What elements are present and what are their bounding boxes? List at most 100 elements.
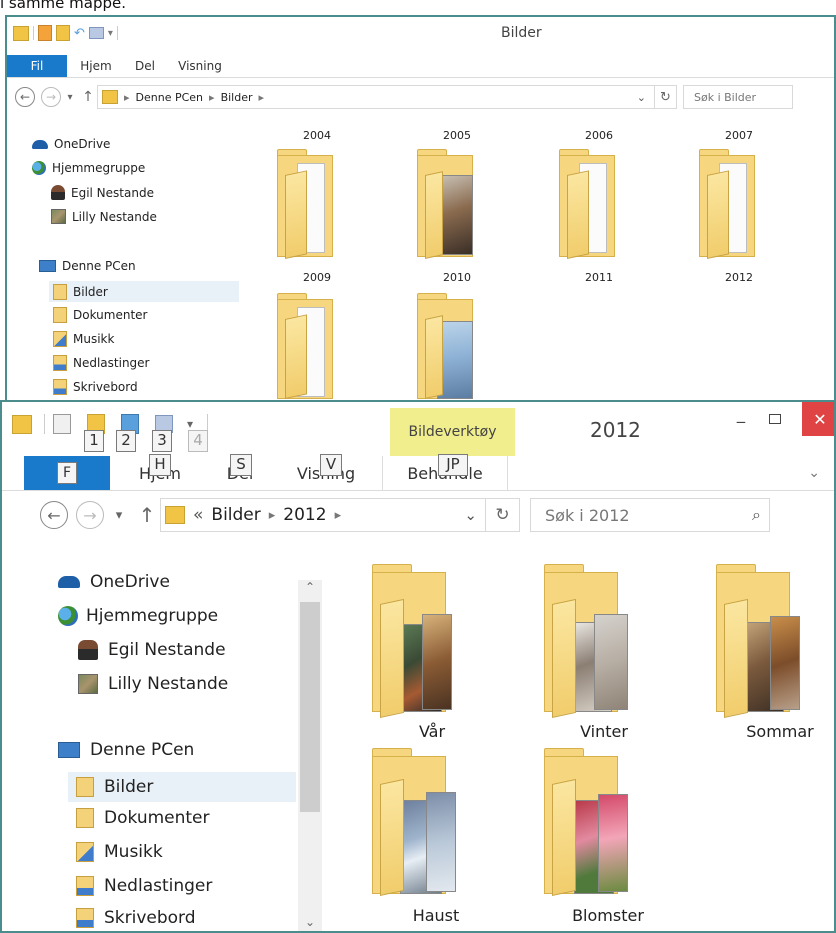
folder-label[interactable]: 2007 bbox=[699, 129, 779, 142]
nav-item-bilder[interactable]: Bilder bbox=[68, 772, 296, 802]
keytip-jp: JP bbox=[438, 454, 468, 476]
folder-label[interactable]: 2005 bbox=[417, 129, 497, 142]
nav-item-bilder[interactable]: Bilder bbox=[49, 281, 239, 302]
folder-view: Vår Vinter Sommar Haust Blomster bbox=[324, 552, 834, 931]
nav-item-lilly[interactable]: Lilly Nestande bbox=[51, 209, 157, 224]
breadcrumb-separator: ▸ bbox=[268, 507, 276, 523]
new-folder-icon[interactable] bbox=[56, 25, 70, 41]
nav-item-denne-pcen[interactable]: Denne PCen bbox=[58, 740, 194, 760]
back-icon[interactable]: ← bbox=[40, 501, 68, 529]
scroll-up-icon[interactable]: ⌃ bbox=[298, 580, 322, 600]
tab-file[interactable]: F bbox=[24, 456, 110, 490]
nav-item-hjemmegruppe[interactable]: Hjemmegruppe bbox=[32, 161, 145, 175]
folder-label-blomster[interactable]: Blomster bbox=[568, 906, 648, 925]
nav-item-skrivebord[interactable]: Skrivebord bbox=[53, 379, 138, 395]
scroll-thumb[interactable] bbox=[300, 602, 320, 812]
nav-item-nedlastinger[interactable]: Nedlastinger bbox=[76, 876, 212, 896]
folder-var[interactable] bbox=[370, 564, 480, 718]
nav-item-denne-pcen[interactable]: Denne PCen bbox=[39, 259, 136, 273]
search-input[interactable]: Søk i 2012 ⌕ bbox=[530, 498, 770, 532]
folder-label-sommar[interactable]: Sommar bbox=[740, 722, 820, 741]
nav-item-skrivebord[interactable]: Skrivebord bbox=[76, 908, 196, 928]
folder-icon bbox=[165, 506, 185, 524]
nav-item-musikk[interactable]: Musikk bbox=[76, 842, 163, 862]
address-box[interactable]: ▸ Denne PCen ▸ Bilder ▸ ⌄ bbox=[97, 85, 655, 109]
folder-label-2012[interactable]: 2012 bbox=[699, 271, 779, 284]
back-icon[interactable]: ← bbox=[15, 87, 35, 107]
folder-label-var[interactable]: Vår bbox=[392, 722, 472, 741]
folder-label-haust[interactable]: Haust bbox=[396, 906, 476, 925]
folder-blomster[interactable] bbox=[542, 748, 652, 898]
nav-scrollbar[interactable]: ⌃ ⌄ bbox=[298, 580, 322, 931]
breadcrumb-item-bilder[interactable]: Bilder bbox=[211, 505, 260, 525]
nav-item-dokumenter[interactable]: Dokumenter bbox=[76, 808, 210, 828]
downloads-icon bbox=[53, 355, 67, 371]
folder-icon[interactable] bbox=[13, 25, 29, 41]
recent-locations-icon[interactable]: ▾ bbox=[61, 92, 79, 103]
keytip-v: V bbox=[320, 454, 342, 476]
nav-item-egil[interactable]: Egil Nestande bbox=[51, 185, 154, 200]
tab-view[interactable]: Visning bbox=[165, 55, 235, 77]
folder-label[interactable]: 2006 bbox=[559, 129, 639, 142]
scroll-down-icon[interactable]: ⌄ bbox=[298, 915, 322, 931]
folder-label-2011[interactable]: 2011 bbox=[559, 271, 639, 284]
folder-label-vinter[interactable]: Vinter bbox=[564, 722, 644, 741]
nav-item-egil[interactable]: Egil Nestande bbox=[78, 640, 226, 660]
nav-item-dokumenter[interactable]: Dokumenter bbox=[53, 307, 147, 323]
folder-2012[interactable] bbox=[697, 149, 777, 267]
tab-share[interactable]: Del bbox=[125, 55, 165, 77]
search-input[interactable]: Søk i Bilder bbox=[683, 85, 793, 109]
breadcrumb-overflow[interactable]: « bbox=[193, 505, 203, 525]
navigation-pane: OneDrive Hjemmegruppe Egil Nestande Lill… bbox=[2, 542, 298, 931]
refresh-icon[interactable]: ↻ bbox=[486, 498, 520, 532]
tab-home[interactable]: Hjem bbox=[67, 55, 125, 77]
ribbon-expand-icon[interactable]: ⌄ bbox=[808, 456, 820, 490]
folder-vinter[interactable] bbox=[542, 564, 652, 718]
nav-item-musikk[interactable]: Musikk bbox=[53, 331, 114, 347]
folder-label[interactable]: 2004 bbox=[277, 129, 357, 142]
up-arrow-icon[interactable]: ↑ bbox=[79, 89, 97, 105]
folder-2011[interactable] bbox=[557, 149, 637, 267]
nav-item-hjemmegruppe[interactable]: Hjemmegruppe bbox=[58, 606, 218, 626]
forward-icon[interactable]: → bbox=[41, 87, 61, 107]
chevron-down-icon[interactable]: ▾ bbox=[108, 28, 113, 39]
address-box[interactable]: « Bilder ▸ 2012 ▸ ⌄ bbox=[160, 498, 486, 532]
folder-front bbox=[724, 598, 748, 718]
nav-item-lilly[interactable]: Lilly Nestande bbox=[78, 674, 228, 694]
breadcrumb-item-denne-pcen[interactable]: Denne PCen bbox=[136, 91, 204, 104]
breadcrumb-item-2012[interactable]: 2012 bbox=[283, 505, 326, 525]
close-icon[interactable]: ✕ bbox=[802, 402, 834, 436]
rename-icon[interactable] bbox=[88, 27, 104, 39]
homegroup-icon bbox=[58, 606, 78, 626]
nav-item-onedrive[interactable]: OneDrive bbox=[32, 137, 110, 151]
history-dropdown-icon[interactable]: ⌄ bbox=[637, 91, 646, 104]
breadcrumb-item-bilder[interactable]: Bilder bbox=[221, 91, 253, 104]
recent-locations-icon[interactable]: ▾ bbox=[104, 508, 134, 523]
onedrive-icon bbox=[32, 139, 48, 149]
refresh-icon[interactable]: ↻ bbox=[655, 85, 677, 109]
properties-icon[interactable] bbox=[38, 25, 52, 41]
up-arrow-icon[interactable]: ↑ bbox=[134, 503, 160, 527]
folder-icon[interactable] bbox=[12, 414, 32, 434]
folder-sommar[interactable] bbox=[714, 564, 824, 718]
chevron-down-icon[interactable]: ▾ bbox=[187, 417, 193, 431]
forward-icon[interactable]: → bbox=[76, 501, 104, 529]
nav-item-nedlastinger[interactable]: Nedlastinger bbox=[53, 355, 150, 371]
undo-icon[interactable]: ↶ bbox=[74, 26, 85, 41]
tab-file[interactable]: Fil bbox=[7, 55, 67, 77]
folder-2010[interactable] bbox=[415, 149, 495, 267]
folder-haust[interactable] bbox=[370, 748, 480, 898]
folder-label-2009[interactable]: 2009 bbox=[277, 271, 357, 284]
maximize-icon[interactable] bbox=[762, 408, 788, 430]
folder-unlabeled-1[interactable] bbox=[275, 293, 355, 399]
folder-front bbox=[285, 170, 307, 259]
folder-unlabeled-2[interactable] bbox=[415, 293, 495, 399]
folder-front bbox=[552, 778, 576, 896]
minimize-icon[interactable]: ‒ bbox=[728, 410, 754, 432]
properties-icon[interactable] bbox=[53, 414, 71, 434]
history-dropdown-icon[interactable]: ⌄ bbox=[464, 506, 477, 524]
search-icon[interactable]: ⌕ bbox=[752, 505, 761, 525]
folder-2009[interactable] bbox=[275, 149, 355, 267]
folder-label-2010[interactable]: 2010 bbox=[417, 271, 497, 284]
nav-item-onedrive[interactable]: OneDrive bbox=[58, 572, 170, 592]
